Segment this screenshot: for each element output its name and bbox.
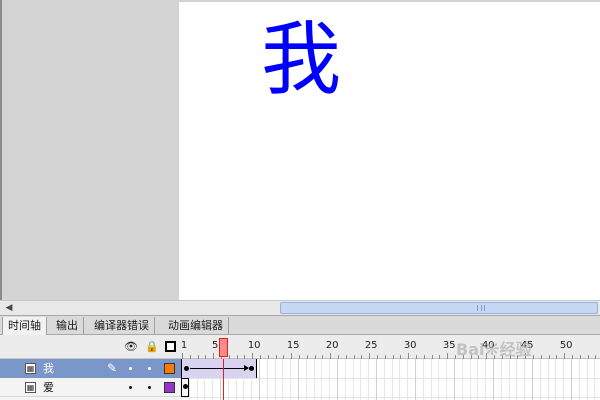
frame-column <box>555 359 557 400</box>
frame-column <box>266 359 268 400</box>
frame-column <box>461 359 463 400</box>
frame-column <box>500 359 502 400</box>
frame-column <box>282 359 284 400</box>
frame-column <box>578 359 580 400</box>
frame-column <box>368 359 370 400</box>
frame-column <box>274 359 276 400</box>
layer-color-swatch[interactable] <box>164 363 175 374</box>
tab-timeline[interactable]: 时间轴 <box>2 317 47 335</box>
frame-column <box>305 359 307 400</box>
stage-text-object[interactable]: 我 <box>261 20 341 100</box>
frame-column <box>493 359 494 400</box>
ruler-label: 5 <box>212 340 219 351</box>
frame-column <box>532 359 533 400</box>
layer2-keyframe-cell[interactable] <box>181 378 189 397</box>
stage-canvas[interactable]: 我 <box>179 2 600 300</box>
visibility-dot[interactable] <box>129 367 132 370</box>
ruler-label: 15 <box>286 340 300 351</box>
paw-icon: ❋ <box>484 339 500 360</box>
frame-column <box>516 359 518 400</box>
ruler-label: 50 <box>559 340 573 351</box>
ruler-label: 35 <box>442 340 456 351</box>
outline-icon[interactable] <box>165 341 176 352</box>
ruler-label: 20 <box>325 340 339 351</box>
frame-column <box>563 359 565 400</box>
panel-tabbar: 时间轴 输出 编译器错误 动画编辑器 <box>0 315 600 335</box>
scrollbar-grip-icon <box>477 305 485 311</box>
frame-column <box>321 359 323 400</box>
frame-column <box>539 359 541 400</box>
pencil-icon: ✎ <box>107 361 118 375</box>
frame-column <box>298 359 299 400</box>
layer-icon: ▦ <box>25 363 36 374</box>
frame-ruler[interactable]: 1 5 10 15 20 25 30 35 40 45 50 <box>181 335 600 359</box>
frame-column <box>313 359 315 400</box>
frame-column <box>469 359 471 400</box>
frame-column <box>352 359 354 400</box>
tab-motion-editor[interactable]: 动画编辑器 <box>163 317 229 335</box>
scrollbar-thumb[interactable] <box>280 302 598 314</box>
scroll-left-arrow-icon[interactable]: ◀ <box>2 301 16 315</box>
frame-column <box>430 359 432 400</box>
frame-column <box>344 359 346 400</box>
playhead-marker[interactable] <box>219 338 228 357</box>
ruler-label: 1 <box>180 340 188 351</box>
layer-row-wo[interactable]: ▦ 我 ✎ <box>0 359 181 378</box>
frame-column <box>329 359 331 400</box>
watermark-text-2: 经验 <box>499 340 532 359</box>
end-keyframe[interactable] <box>249 366 254 371</box>
ruler-label: 10 <box>247 340 261 351</box>
frame-column <box>290 359 292 400</box>
tab-compiler-errors[interactable]: 编译器错误 <box>89 317 155 335</box>
motion-tween-span[interactable] <box>181 359 257 378</box>
frame-column <box>391 359 393 400</box>
frame-column <box>446 359 448 400</box>
start-keyframe[interactable] <box>184 366 189 371</box>
layer-name[interactable]: 爱 <box>43 378 54 397</box>
tab-output[interactable]: 输出 <box>51 317 84 335</box>
frame-column <box>547 359 549 400</box>
ruler-label: 25 <box>364 340 378 351</box>
frame-column <box>337 359 338 400</box>
watermark-text: Bai <box>456 340 485 359</box>
layer2-keyframe[interactable] <box>183 384 188 389</box>
playhead-line <box>223 359 224 400</box>
visibility-dot[interactable] <box>129 386 132 389</box>
frame-column <box>485 359 487 400</box>
watermark: Bai❋经验 <box>456 336 532 360</box>
eye-icon[interactable]: 👁 <box>124 341 138 353</box>
lock-icon[interactable]: 🔒 <box>145 341 159 353</box>
tween-arrow-icon <box>190 365 249 371</box>
frame-column <box>508 359 510 400</box>
lock-dot[interactable] <box>148 367 151 370</box>
layer-color-swatch[interactable] <box>164 382 175 393</box>
frame-column <box>422 359 424 400</box>
frame-column <box>383 359 385 400</box>
frame-column <box>454 359 455 400</box>
frame-column <box>415 359 416 400</box>
frame-column <box>407 359 409 400</box>
frame-column <box>594 359 596 400</box>
horizontal-scrollbar[interactable]: ◀ <box>0 300 600 315</box>
layer-header-icons: 👁 🔒 <box>120 341 180 353</box>
frame-column <box>360 359 362 400</box>
ruler-label: 30 <box>403 340 417 351</box>
frame-column <box>477 359 479 400</box>
layer-row-ai[interactable]: ▦ 爱 <box>0 378 181 397</box>
lock-dot[interactable] <box>148 386 151 389</box>
layer-name[interactable]: 我 <box>43 359 54 378</box>
frame-column <box>399 359 401 400</box>
frame-column <box>586 359 588 400</box>
frame-column <box>438 359 440 400</box>
frame-column <box>571 359 572 400</box>
layer-icon: ▦ <box>25 382 36 393</box>
frame-column <box>524 359 526 400</box>
frame-grid[interactable] <box>181 359 600 400</box>
workspace-area: 我 <box>0 0 600 300</box>
frame-column <box>259 359 260 400</box>
frame-column <box>376 359 377 400</box>
flash-editor-window: 我 ◀ 时间轴 输出 编译器错误 动画编辑器 👁 🔒 1 5 10 15 20 25 30 3… <box>0 0 600 400</box>
